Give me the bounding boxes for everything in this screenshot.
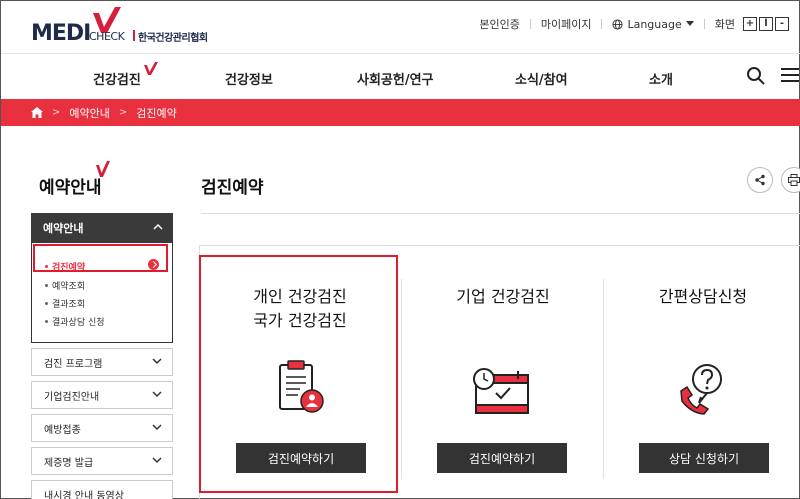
gnb-item-checkup[interactable]: 건강검진 <box>93 62 158 88</box>
share-button[interactable] <box>747 167 773 193</box>
bullet <box>45 302 48 305</box>
chevron-down-icon <box>152 457 162 464</box>
gnb-item-news[interactable]: 소식/참여 <box>515 69 568 88</box>
logo-check: CHECK <box>89 30 125 43</box>
home-icon[interactable] <box>31 107 43 118</box>
sidebar-sub-item-result-lookup[interactable]: 결과조회 <box>45 297 85 310</box>
chevron-down-icon <box>152 424 162 431</box>
book-corporate-checkup-button[interactable]: 검진예약하기 <box>437 443 567 473</box>
card-divider <box>401 279 402 479</box>
chevron-down-icon <box>152 358 162 365</box>
zoom-out-button[interactable]: - <box>775 17 789 31</box>
sub-item-label: 예약조회 <box>52 282 86 292</box>
sidebar-menu-certificate[interactable]: 제증명 발급 <box>31 447 173 475</box>
top-header: MEDI CHECK 한국건강관리협회 본인인증 마이페이지 Language … <box>1 1 800 53</box>
sidebar-menu-label: 예약안내 <box>43 222 84 235</box>
sidebar-menu-vaccination[interactable]: 예방접종 <box>31 414 173 442</box>
sidebar-menu-label: 제증명 발급 <box>44 457 94 469</box>
calendar-check-icon <box>473 368 529 414</box>
globe-icon <box>612 18 623 30</box>
logo-divider <box>133 30 135 41</box>
sidebar-sub-item-result-consult[interactable]: 결과상담 신청 <box>45 315 105 328</box>
gnb-item-health-info[interactable]: 건강정보 <box>225 69 273 88</box>
chevron-up-icon <box>153 223 163 230</box>
caret-down-icon <box>685 21 694 26</box>
share-icon <box>755 174 765 186</box>
highlight-box <box>199 255 398 493</box>
sidebar-title: 예약안내 <box>39 178 102 198</box>
logo-org-name: 한국건강관리협회 <box>138 33 208 44</box>
sub-item-label: 결과조회 <box>52 300 86 310</box>
zoom-reset-button[interactable]: l <box>759 17 773 31</box>
sidebar-menu-label: 기업검진안내 <box>44 391 100 403</box>
sidebar-menu-label: 검진 프로그램 <box>44 358 103 370</box>
divider <box>601 19 603 29</box>
sidebar-menu-endoscopy-video[interactable]: 내시경 안내 동영상 <box>31 480 173 499</box>
print-button[interactable] <box>781 167 800 193</box>
highlight-box <box>33 244 168 272</box>
consult-request-button[interactable]: 상담 신청하기 <box>639 443 769 473</box>
page-title: 검진예약 <box>201 178 264 198</box>
sub-item-label: 결과상담 신청 <box>52 318 105 328</box>
language-label: Language <box>627 17 682 31</box>
title-divider <box>201 213 800 214</box>
gnb-item-label: 건강검진 <box>93 73 141 88</box>
hamburger-menu-icon[interactable] <box>781 67 799 83</box>
chevron-right-circle-icon <box>148 259 159 270</box>
bullet <box>45 320 48 323</box>
gnb-item-about[interactable]: 소개 <box>649 69 673 88</box>
breadcrumb: > 예약안내 > 검진예약 <box>1 99 800 126</box>
breadcrumb-item[interactable]: 예약안내 <box>69 105 109 121</box>
sidebar-menu-label: 내시경 안내 동영상 <box>44 490 124 499</box>
breadcrumb-separator-icon: > <box>118 107 128 118</box>
language-selector[interactable]: Language <box>612 17 694 31</box>
screen-label: 화면 <box>714 18 735 31</box>
sidebar-menu-program[interactable]: 검진 프로그램 <box>31 348 173 376</box>
bullet <box>45 284 48 287</box>
gnb-item-social[interactable]: 사회공헌/연구 <box>357 69 434 88</box>
title-check-icon <box>96 161 110 177</box>
phone-question-icon <box>680 364 722 415</box>
divider <box>703 19 705 29</box>
main-navigation: 건강검진 건강정보 사회공헌/연구 소식/참여 소개 <box>1 53 800 99</box>
utility-menu: 본인인증 마이페이지 Language 화면 + l - <box>479 16 789 32</box>
sidebar-menu-reservation[interactable]: 예약안내 <box>31 213 173 243</box>
active-check-icon <box>143 62 158 75</box>
breadcrumb-item[interactable]: 검진예약 <box>136 105 176 121</box>
mypage-link[interactable]: 마이페이지 <box>541 16 592 32</box>
verify-link[interactable]: 본인인증 <box>479 16 519 32</box>
card-corporate-title: 기업 건강검진 <box>456 287 550 306</box>
logo-medi: MEDI <box>31 21 91 46</box>
sidebar-menu-corporate[interactable]: 기업검진안내 <box>31 381 173 409</box>
chevron-down-icon <box>152 391 162 398</box>
sidebar-menu-label: 예방접종 <box>44 424 81 436</box>
sidebar-sub-item-booking-lookup[interactable]: 예약조회 <box>45 279 85 292</box>
card-consult-title: 간편상담신청 <box>658 287 748 306</box>
print-icon <box>788 174 800 186</box>
zoom-controls: + l - <box>743 17 789 31</box>
search-icon[interactable] <box>746 66 766 86</box>
zoom-in-button[interactable]: + <box>743 17 757 31</box>
card-divider <box>603 279 604 479</box>
divider <box>529 19 531 29</box>
breadcrumb-separator-icon: > <box>52 107 61 118</box>
